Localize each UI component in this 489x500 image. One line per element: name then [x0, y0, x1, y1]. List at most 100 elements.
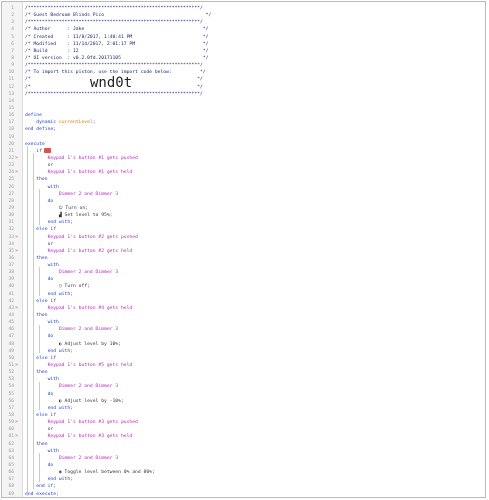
- code-line: 11/* */: [2, 76, 485, 83]
- trigger-arrow-icon: »: [15, 362, 19, 369]
- trigger-arrow-icon: »: [15, 419, 19, 426]
- line-number: 21: [8, 148, 14, 154]
- code-text: with: [25, 320, 59, 326]
- line-number: 47: [8, 334, 14, 340]
- indent-guide: [39, 381, 40, 411]
- code-line: 32 else if: [2, 226, 485, 233]
- code-line: 57 end with;: [2, 405, 485, 412]
- code-line: 41 end with;: [2, 291, 485, 298]
- code-line: 16 define: [2, 112, 485, 119]
- line-number: 32: [8, 227, 14, 233]
- line-number: 1: [11, 6, 14, 11]
- code-text: Keypad 1's button #3 gets pushed: [25, 420, 138, 426]
- line-number: 15: [8, 105, 14, 111]
- line-number: 20: [8, 141, 14, 147]
- code-line: 67 end with;: [2, 476, 485, 483]
- code-text: Keypad 1's button #2 gets pushed: [25, 234, 138, 240]
- code-line: 47 do: [2, 333, 485, 340]
- line-number: 16: [8, 113, 14, 119]
- line-number: 18: [8, 127, 14, 133]
- code-line: 15: [2, 105, 485, 112]
- line-number: 12: [8, 84, 14, 90]
- code-text: with: [25, 377, 59, 383]
- code-line: 5 /* Created : 11/8/2017, 1:40:41 PM */: [2, 34, 485, 41]
- code-line: 64 Dimmer 2 and Dimmer 3: [2, 455, 485, 462]
- line-number: 7: [11, 48, 14, 54]
- indent-guide: [39, 267, 40, 296]
- import-code: wnd0t: [90, 75, 133, 91]
- code-text: end if;: [25, 484, 57, 490]
- indent-guide: [27, 145, 28, 497]
- line-number: 54: [8, 384, 14, 390]
- code-text: with: [25, 448, 59, 454]
- line-number: 43: [8, 305, 14, 311]
- line-number: 59: [8, 420, 14, 426]
- code-line: 1 /**************************************…: [2, 5, 485, 12]
- trigger-arrow-icon: »: [15, 247, 19, 254]
- code-line: 52 then: [2, 369, 485, 376]
- code-line: 4 /* Author : Jake */: [2, 26, 485, 33]
- line-number: 29: [8, 205, 14, 211]
- code-line: 46 Dimmer 2 and Dimmer 3: [2, 326, 485, 333]
- code-text: else if: [25, 227, 57, 233]
- line-number: 28: [8, 198, 14, 204]
- code-viewer: 1 /**************************************…: [1, 1, 486, 498]
- line-number: 34: [8, 241, 14, 247]
- indent-guide: [39, 453, 40, 482]
- code-line: 51» Keypad 1's button #5 gets held: [2, 362, 485, 369]
- gear-badge-icon[interactable]: [43, 147, 51, 153]
- trigger-arrow-icon: »: [15, 433, 19, 440]
- code-line: 33» Keypad 1's button #2 gets pushed: [2, 234, 485, 241]
- line-number: 35: [8, 248, 14, 254]
- line-number: 39: [8, 277, 14, 283]
- code-line: 13 /*************************************…: [2, 91, 485, 98]
- code-text: else if: [25, 413, 57, 419]
- code-line: 48 ◐ Adjust level by 10%;: [2, 341, 485, 348]
- code-text: define: [25, 113, 42, 119]
- code-text: with: [25, 184, 59, 190]
- code-line: 17 dynamic currentLevel;: [2, 119, 485, 126]
- line-number: 55: [8, 391, 14, 397]
- code-line: 50 else if: [2, 355, 485, 362]
- code-text: Keypad 1's button #4 gets held: [25, 305, 133, 311]
- line-number: 30: [8, 213, 14, 219]
- code-text: ◉ Toggle level between 0% and 80%;: [25, 470, 155, 476]
- line-number: 4: [11, 27, 14, 33]
- line-number: 11: [8, 77, 14, 83]
- line-number: 44: [8, 313, 14, 319]
- code-text: /* Guest Bedroom Blinds Pico */: [25, 13, 212, 19]
- code-text: /* Author : Jake */: [25, 27, 209, 33]
- code-line: 54 Dimmer 2 and Dimmer 3: [2, 383, 485, 390]
- code-line: 14: [2, 98, 485, 105]
- code-text: else if: [25, 298, 57, 304]
- line-number: 60: [8, 427, 14, 433]
- line-number: 69: [8, 491, 14, 497]
- line-number: 49: [8, 348, 14, 354]
- code-line: 30 ▟ Set level to 95%;: [2, 212, 485, 219]
- line-number: 41: [8, 291, 14, 297]
- code-line: 24» Keypad 1's button #1 gets held: [2, 169, 485, 176]
- line-number: 45: [8, 320, 14, 326]
- line-number: 58: [8, 413, 14, 419]
- line-number: 10: [8, 70, 14, 76]
- code-body: 1 /**************************************…: [2, 5, 485, 498]
- code-text: dynamic currentLevel;: [25, 120, 96, 126]
- code-line: 42 else if: [2, 298, 485, 305]
- line-number: 27: [8, 191, 14, 197]
- code-text: end execute;: [25, 491, 59, 497]
- code-text: /***************************************…: [25, 91, 203, 97]
- code-line: 7 /* Build : 12 */: [2, 48, 485, 55]
- code-line: 8 /* UI version : v0.2.0fd.20171105 */: [2, 55, 485, 62]
- code-text: end define;: [25, 127, 57, 133]
- line-number: 53: [8, 377, 14, 383]
- line-number: 24: [8, 170, 14, 176]
- trigger-arrow-icon: »: [15, 233, 19, 240]
- code-line: 22» Keypad 1's button #1 gets pushed: [2, 155, 485, 162]
- line-number: 26: [8, 184, 14, 190]
- code-text: else if: [25, 355, 57, 361]
- code-line: 27 Dimmer 2 and Dimmer 3: [2, 191, 485, 198]
- code-line: 68 end if;: [2, 483, 485, 490]
- line-number: 17: [8, 120, 14, 126]
- code-text: /* Build : 12 */: [25, 48, 209, 54]
- line-number: 5: [11, 34, 14, 40]
